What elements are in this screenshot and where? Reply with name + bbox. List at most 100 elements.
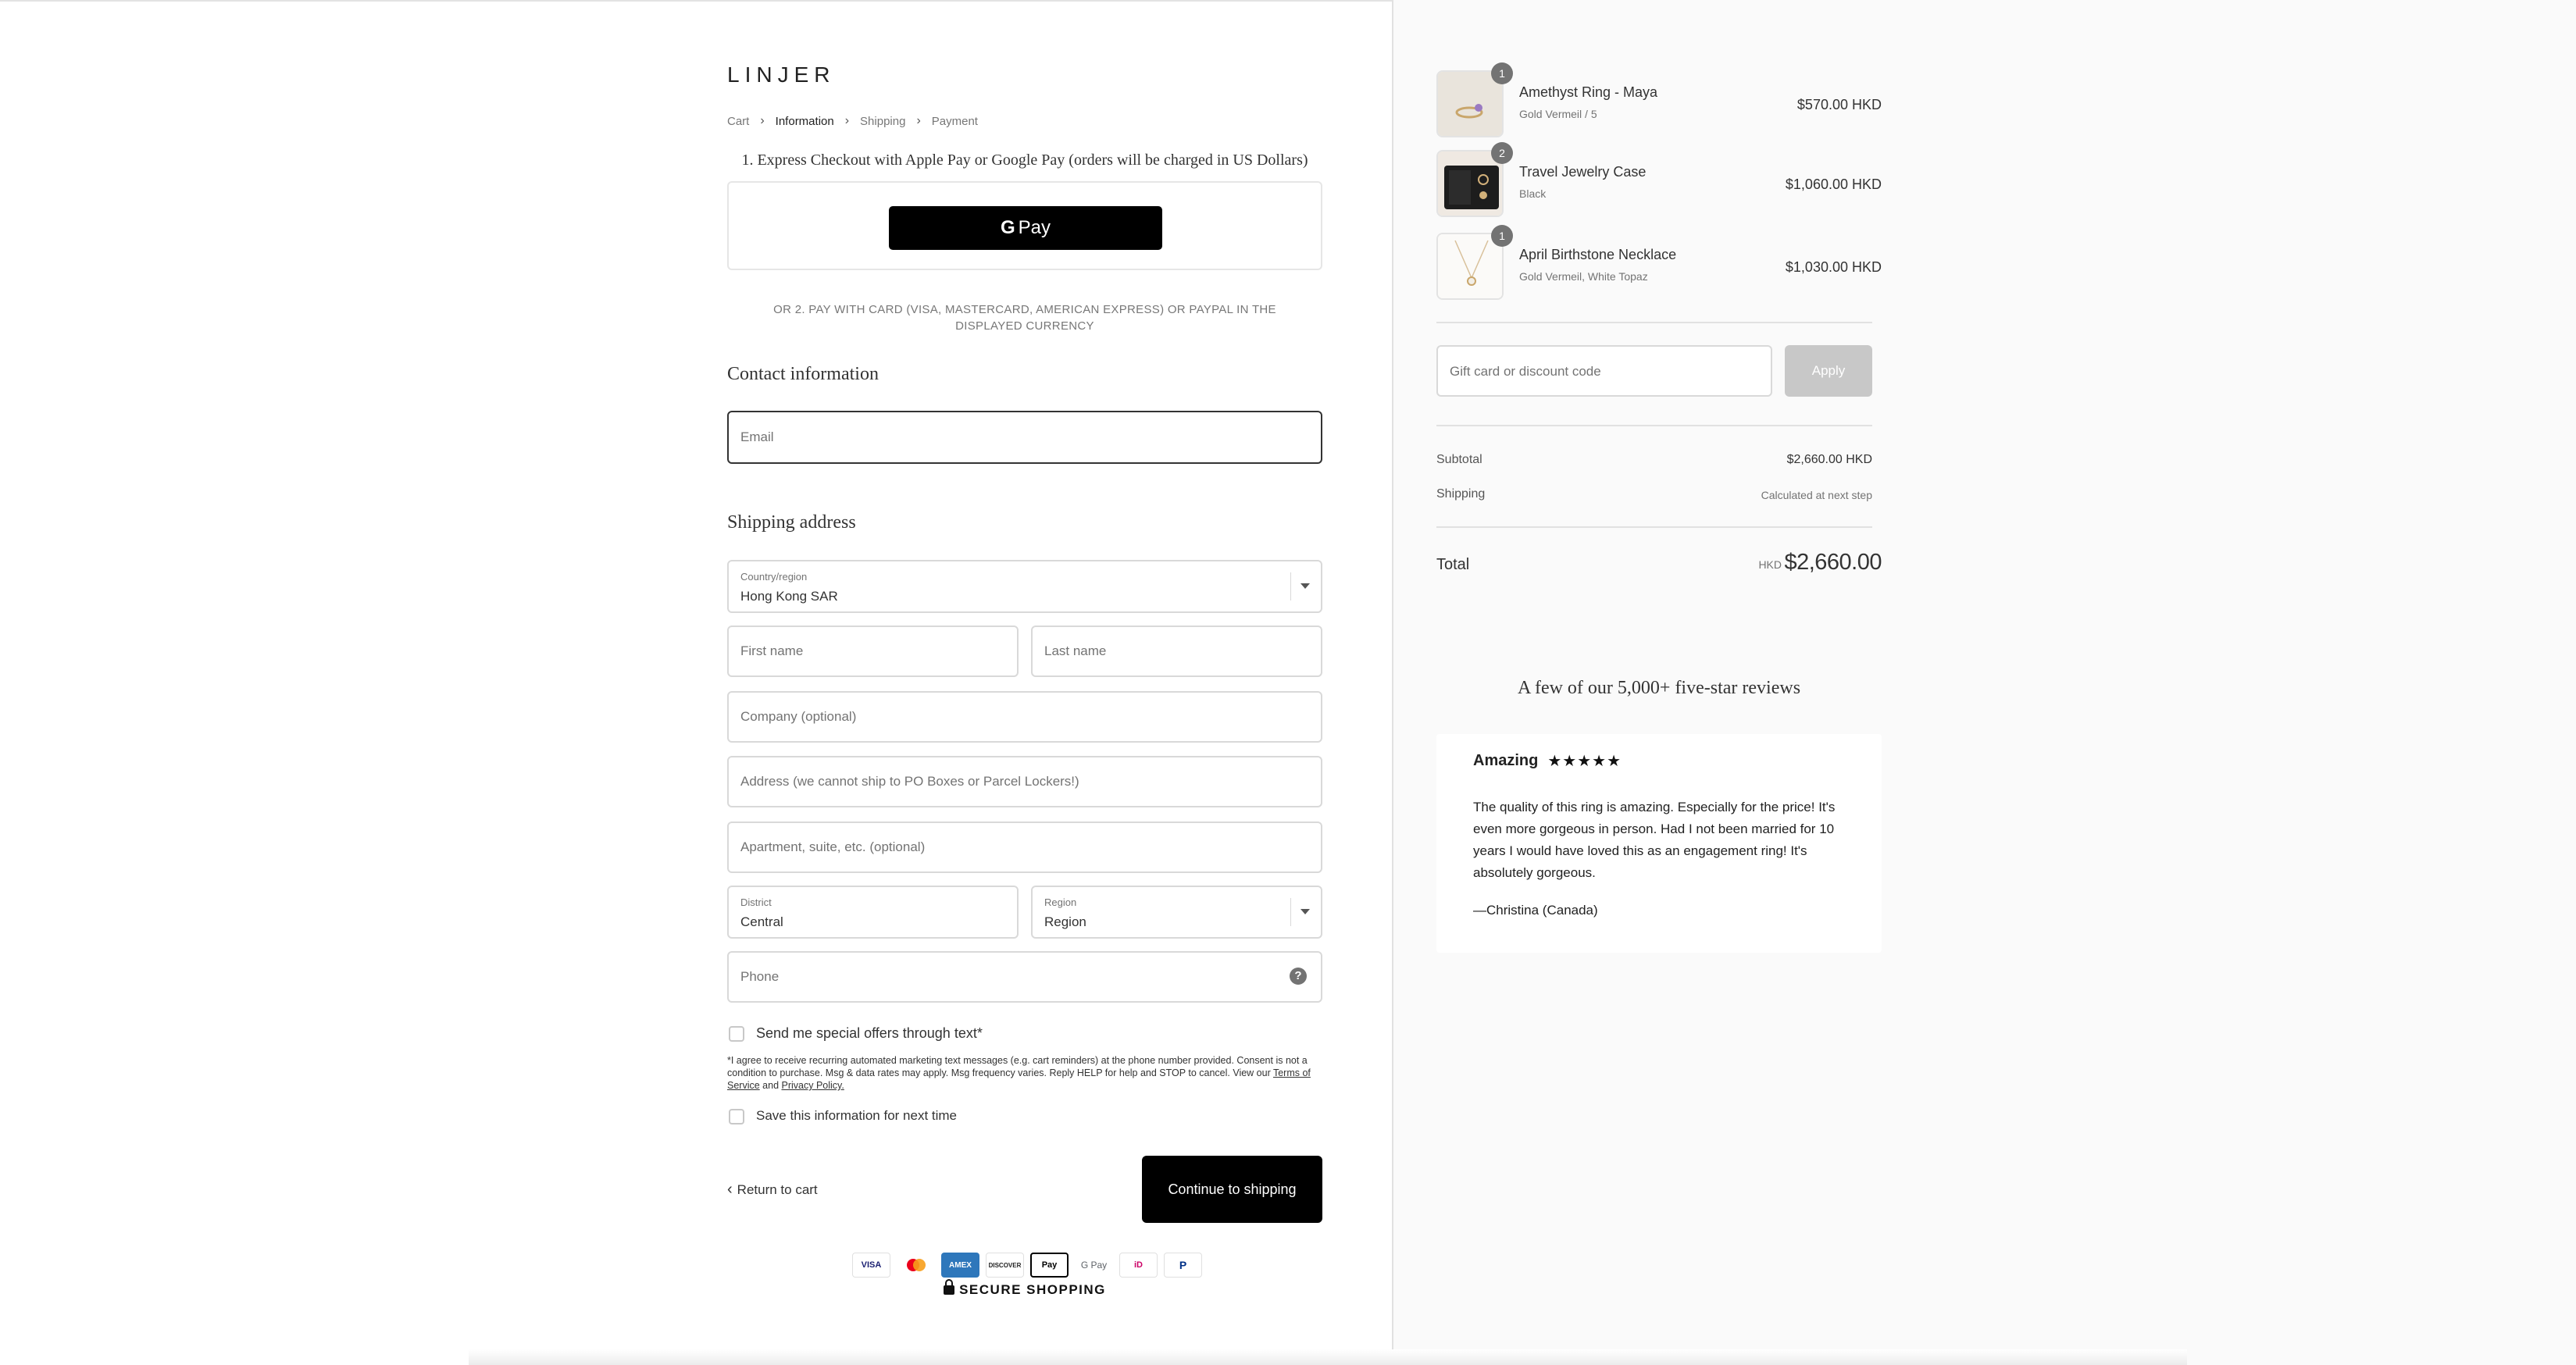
discount-placeholder: Gift card or discount code [1450, 364, 1601, 379]
review-author: —Christina (Canada) [1473, 903, 1598, 918]
item-price: $1,030.00 HKD [1785, 259, 1882, 275]
discover-icon: DISCOVER [986, 1253, 1024, 1278]
shipping-value: Calculated at next step [1761, 489, 1872, 501]
country-value: Hong Kong SAR [740, 589, 838, 604]
ideal-icon: iD [1119, 1253, 1158, 1278]
save-info-label[interactable]: Save this information for next time [756, 1108, 957, 1124]
cart-item: 1 Amethyst Ring - Maya Gold Vermeil / 5 … [1436, 62, 1882, 139]
apartment-field[interactable]: Apartment, suite, etc. (optional) [727, 821, 1322, 873]
phone-field[interactable]: Phone ? [727, 951, 1322, 1003]
first-name-field[interactable]: First name [727, 625, 1019, 677]
breadcrumb-information: Information [775, 114, 834, 128]
lock-icon [944, 1279, 955, 1295]
country-select[interactable]: Country/region Hong Kong SAR [727, 560, 1322, 613]
mastercard-icon [897, 1253, 935, 1278]
google-pay-button[interactable]: G Pay [889, 206, 1162, 250]
phone-placeholder: Phone [740, 969, 780, 984]
shipping-label: Shipping [1436, 487, 1486, 501]
last-name-placeholder: Last name [1044, 643, 1107, 658]
google-pay-icon: G Pay [1080, 1260, 1108, 1271]
total-currency: HKD [1758, 558, 1782, 571]
and-text: and [759, 1080, 782, 1091]
breadcrumb-payment: Payment [931, 114, 978, 128]
item-name: April Birthstone Necklace [1519, 247, 1677, 262]
divider [1436, 526, 1872, 528]
review-title: Amazing [1473, 752, 1539, 769]
company-field[interactable]: Company (optional) [727, 691, 1322, 743]
district-label: District [740, 896, 772, 908]
subtotal-value: $2,660.00 HKD [1786, 453, 1872, 466]
item-variant: Gold Vermeil / 5 [1519, 108, 1597, 120]
google-pay-label: Pay [1018, 217, 1051, 238]
card-payment-note: OR 2. PAY WITH CARD (VISA, MASTERCARD, A… [773, 303, 1276, 333]
district-field[interactable]: District Central [727, 886, 1019, 939]
bottom-shadow [469, 1349, 2187, 1365]
payment-icons: VISA AMEX DISCOVER Pay G Pay iD P [852, 1253, 1202, 1278]
apple-pay-icon: Pay [1030, 1253, 1069, 1278]
sms-fine-print: *I agree to receive recurring automated … [727, 1054, 1322, 1092]
region-label: Region [1044, 896, 1077, 908]
breadcrumb-cart[interactable]: Cart [727, 115, 749, 128]
district-value: Central [740, 914, 783, 929]
item-price: $570.00 HKD [1796, 97, 1882, 112]
item-variant: Black [1519, 187, 1547, 200]
sms-offers-checkbox[interactable] [729, 1026, 744, 1042]
region-select[interactable]: Region Region [1031, 886, 1322, 939]
save-info-checkbox[interactable] [729, 1109, 744, 1124]
discount-code-input[interactable]: Gift card or discount code [1436, 345, 1772, 397]
continue-to-shipping-button[interactable]: Continue to shipping [1142, 1156, 1322, 1223]
apartment-placeholder: Apartment, suite, etc. (optional) [740, 839, 926, 854]
return-to-cart-link[interactable]: ‹ Return to cart [727, 1181, 818, 1199]
secure-shopping: SECURE SHOPPING [727, 1279, 1322, 1298]
chevron-right-icon: › [916, 114, 921, 127]
chevron-right-icon: › [760, 114, 765, 127]
visa-icon: VISA [852, 1253, 890, 1278]
country-label: Country/region [740, 571, 808, 583]
company-placeholder: Company (optional) [740, 709, 857, 724]
help-icon[interactable]: ? [1290, 968, 1307, 985]
select-divider [1290, 898, 1291, 926]
review-body: The quality of this ring is amazing. Esp… [1473, 800, 1836, 880]
chevron-left-icon: ‹ [727, 1181, 733, 1198]
privacy-policy-link[interactable]: Privacy Policy. [782, 1080, 844, 1091]
quantity-badge: 1 [1491, 225, 1513, 247]
chevron-down-icon [1300, 909, 1310, 914]
star-rating-icon: ★★★★★ [1547, 753, 1622, 770]
quantity-badge: 1 [1491, 62, 1513, 84]
total-label: Total [1436, 556, 1470, 573]
email-field[interactable]: Email [727, 411, 1322, 464]
express-checkout-box: G Pay [727, 181, 1322, 270]
amex-icon: AMEX [941, 1253, 979, 1278]
sms-offers-label[interactable]: Send me special offers through text* [756, 1025, 983, 1042]
paypal-icon: P [1164, 1253, 1202, 1278]
item-name: Travel Jewelry Case [1519, 164, 1647, 180]
email-placeholder: Email [740, 429, 774, 444]
reviews-title: A few of our 5,000+ five-star reviews [1517, 678, 1801, 698]
brand-logo[interactable]: LINJER [727, 62, 835, 87]
apply-button[interactable]: Apply [1785, 345, 1872, 397]
divider [1436, 322, 1872, 323]
return-to-cart-label: Return to cart [737, 1181, 818, 1197]
breadcrumb-shipping: Shipping [860, 114, 906, 128]
first-name-placeholder: First name [740, 643, 804, 658]
cart-item: 1 April Birthstone Necklace Gold Vermeil… [1436, 225, 1882, 301]
google-icon: G [1000, 217, 1015, 238]
item-price: $1,060.00 HKD [1785, 176, 1882, 192]
last-name-field[interactable]: Last name [1031, 625, 1322, 677]
total-value: $2,660.00 [1784, 550, 1882, 575]
sms-consent-text: *I agree to receive recurring automated … [727, 1055, 1308, 1078]
address-placeholder: Address (we cannot ship to PO Boxes or P… [740, 774, 1079, 789]
item-name: Amethyst Ring - Maya [1519, 84, 1658, 100]
address-field[interactable]: Address (we cannot ship to PO Boxes or P… [727, 756, 1322, 807]
contact-heading: Contact information [727, 364, 879, 384]
chevron-right-icon: › [844, 114, 850, 127]
item-variant: Gold Vermeil, White Topaz [1519, 270, 1648, 283]
subtotal-label: Subtotal [1436, 453, 1482, 466]
shipping-heading: Shipping address [727, 512, 856, 533]
express-checkout-title: 1. Express Checkout with Apple Pay or Go… [741, 151, 1308, 169]
select-divider [1290, 572, 1291, 601]
review-card: Amazing ★★★★★ The quality of this ring i… [1436, 734, 1882, 953]
divider [1436, 425, 1872, 426]
cart-item: 2 Travel Jewelry Case Black $1,060.00 HK… [1436, 142, 1882, 219]
review-header: Amazing ★★★★★ [1473, 751, 1622, 771]
